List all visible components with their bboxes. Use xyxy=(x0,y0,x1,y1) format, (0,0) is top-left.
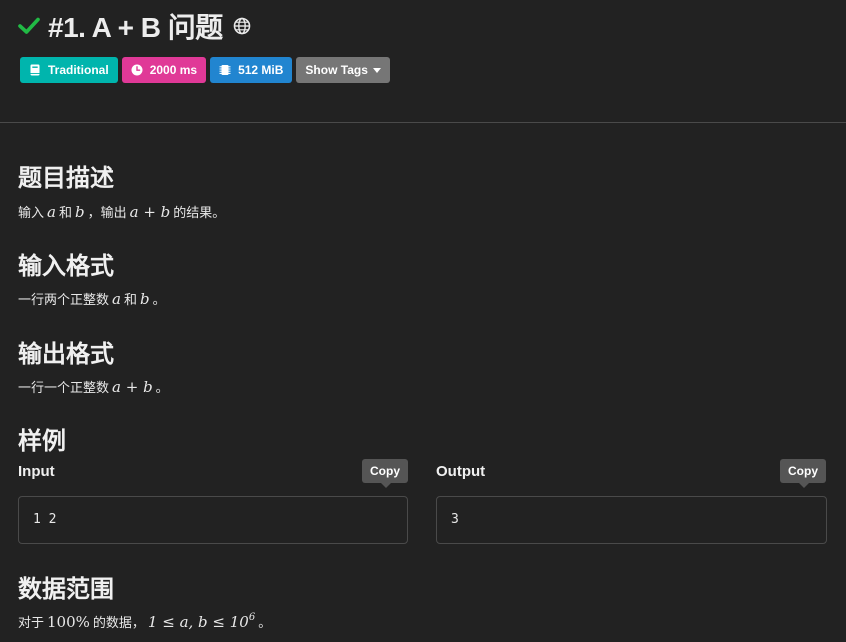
input-format-text-3: 。 xyxy=(152,292,166,307)
description-text-4: 的结果。 xyxy=(173,205,226,220)
output-format-heading: 输出格式 xyxy=(18,341,114,368)
description-text: 输入 a 和 b ，输出 a + b 的结果。 xyxy=(18,202,225,221)
constraints-heading: 数据范围 xyxy=(18,576,114,603)
sample-input-box[interactable]: 1 2 xyxy=(18,496,408,544)
problem-title: #1. A + B 问题 xyxy=(48,12,223,43)
input-format-heading: 输入格式 xyxy=(18,253,114,280)
show-tags-label: Show Tags xyxy=(305,63,368,77)
math-percent: 100% xyxy=(47,613,90,631)
math-range-expr: 1 ≤ a, b ≤ 10 xyxy=(147,613,249,631)
clock-icon xyxy=(131,64,143,76)
description-text-3: ，输出 xyxy=(87,205,127,220)
copy-input-button[interactable]: Copy xyxy=(362,459,408,488)
input-format-text-1: 一行两个正整数 xyxy=(18,292,110,307)
output-format-text: 一行一个正整数 a + b。 xyxy=(18,377,169,396)
sample-output-box[interactable]: 3 xyxy=(436,496,827,544)
output-format-text-2: 。 xyxy=(155,380,169,395)
input-format-text: 一行两个正整数 a 和 b。 xyxy=(18,289,166,308)
problem-page: #1. A + B 问题 Traditional 2000 ms 512 MiB… xyxy=(0,0,846,642)
time-limit-label: 2000 ms xyxy=(149,63,198,77)
book-icon xyxy=(30,64,40,76)
math-a-plus-b: a + b xyxy=(112,378,153,396)
output-format-text-1: 一行一个正整数 xyxy=(18,380,110,395)
caret-down-icon xyxy=(372,67,381,73)
constraints-text-1: 对于 xyxy=(18,615,45,630)
math-range: 1 ≤ a, b ≤ 106 xyxy=(145,612,258,631)
math-a: a xyxy=(47,203,56,221)
title-row: #1. A + B 问题 xyxy=(18,8,251,44)
math-a: a xyxy=(112,290,121,308)
memory-limit-label: 512 MiB xyxy=(238,63,284,77)
problem-type-tag: Traditional xyxy=(20,57,118,83)
show-tags-button[interactable]: Show Tags xyxy=(296,57,390,83)
constraints-text-3: 。 xyxy=(258,615,272,630)
math-a-plus-b: a + b xyxy=(129,203,171,221)
math-exponent: 6 xyxy=(248,612,256,623)
input-format-text-2: 和 xyxy=(123,292,137,307)
constraints-text-2: 的数据， xyxy=(92,615,145,630)
sample-heading: 样例 xyxy=(18,428,66,455)
time-limit-tag: 2000 ms xyxy=(121,57,207,83)
copy-output-button[interactable]: Copy xyxy=(780,459,826,488)
math-b: b xyxy=(74,203,85,221)
sample-output-label: Output xyxy=(436,463,486,480)
accepted-check-icon xyxy=(18,17,40,34)
description-text-2: 和 xyxy=(58,205,72,220)
math-b: b xyxy=(139,290,150,308)
description-text-1: 输入 xyxy=(18,205,45,220)
memory-limit-tag: 512 MiB xyxy=(210,57,293,83)
description-heading: 题目描述 xyxy=(18,165,114,192)
tags-row: Traditional 2000 ms 512 MiB Show Tags xyxy=(20,57,390,83)
constraints-text: 对于 100% 的数据， 1 ≤ a, b ≤ 106。 xyxy=(18,612,271,631)
globe-icon[interactable] xyxy=(233,17,251,35)
sample-input-label: Input xyxy=(18,463,55,480)
problem-type-label: Traditional xyxy=(48,63,109,77)
header-divider xyxy=(0,122,846,123)
microchip-icon xyxy=(219,65,231,75)
